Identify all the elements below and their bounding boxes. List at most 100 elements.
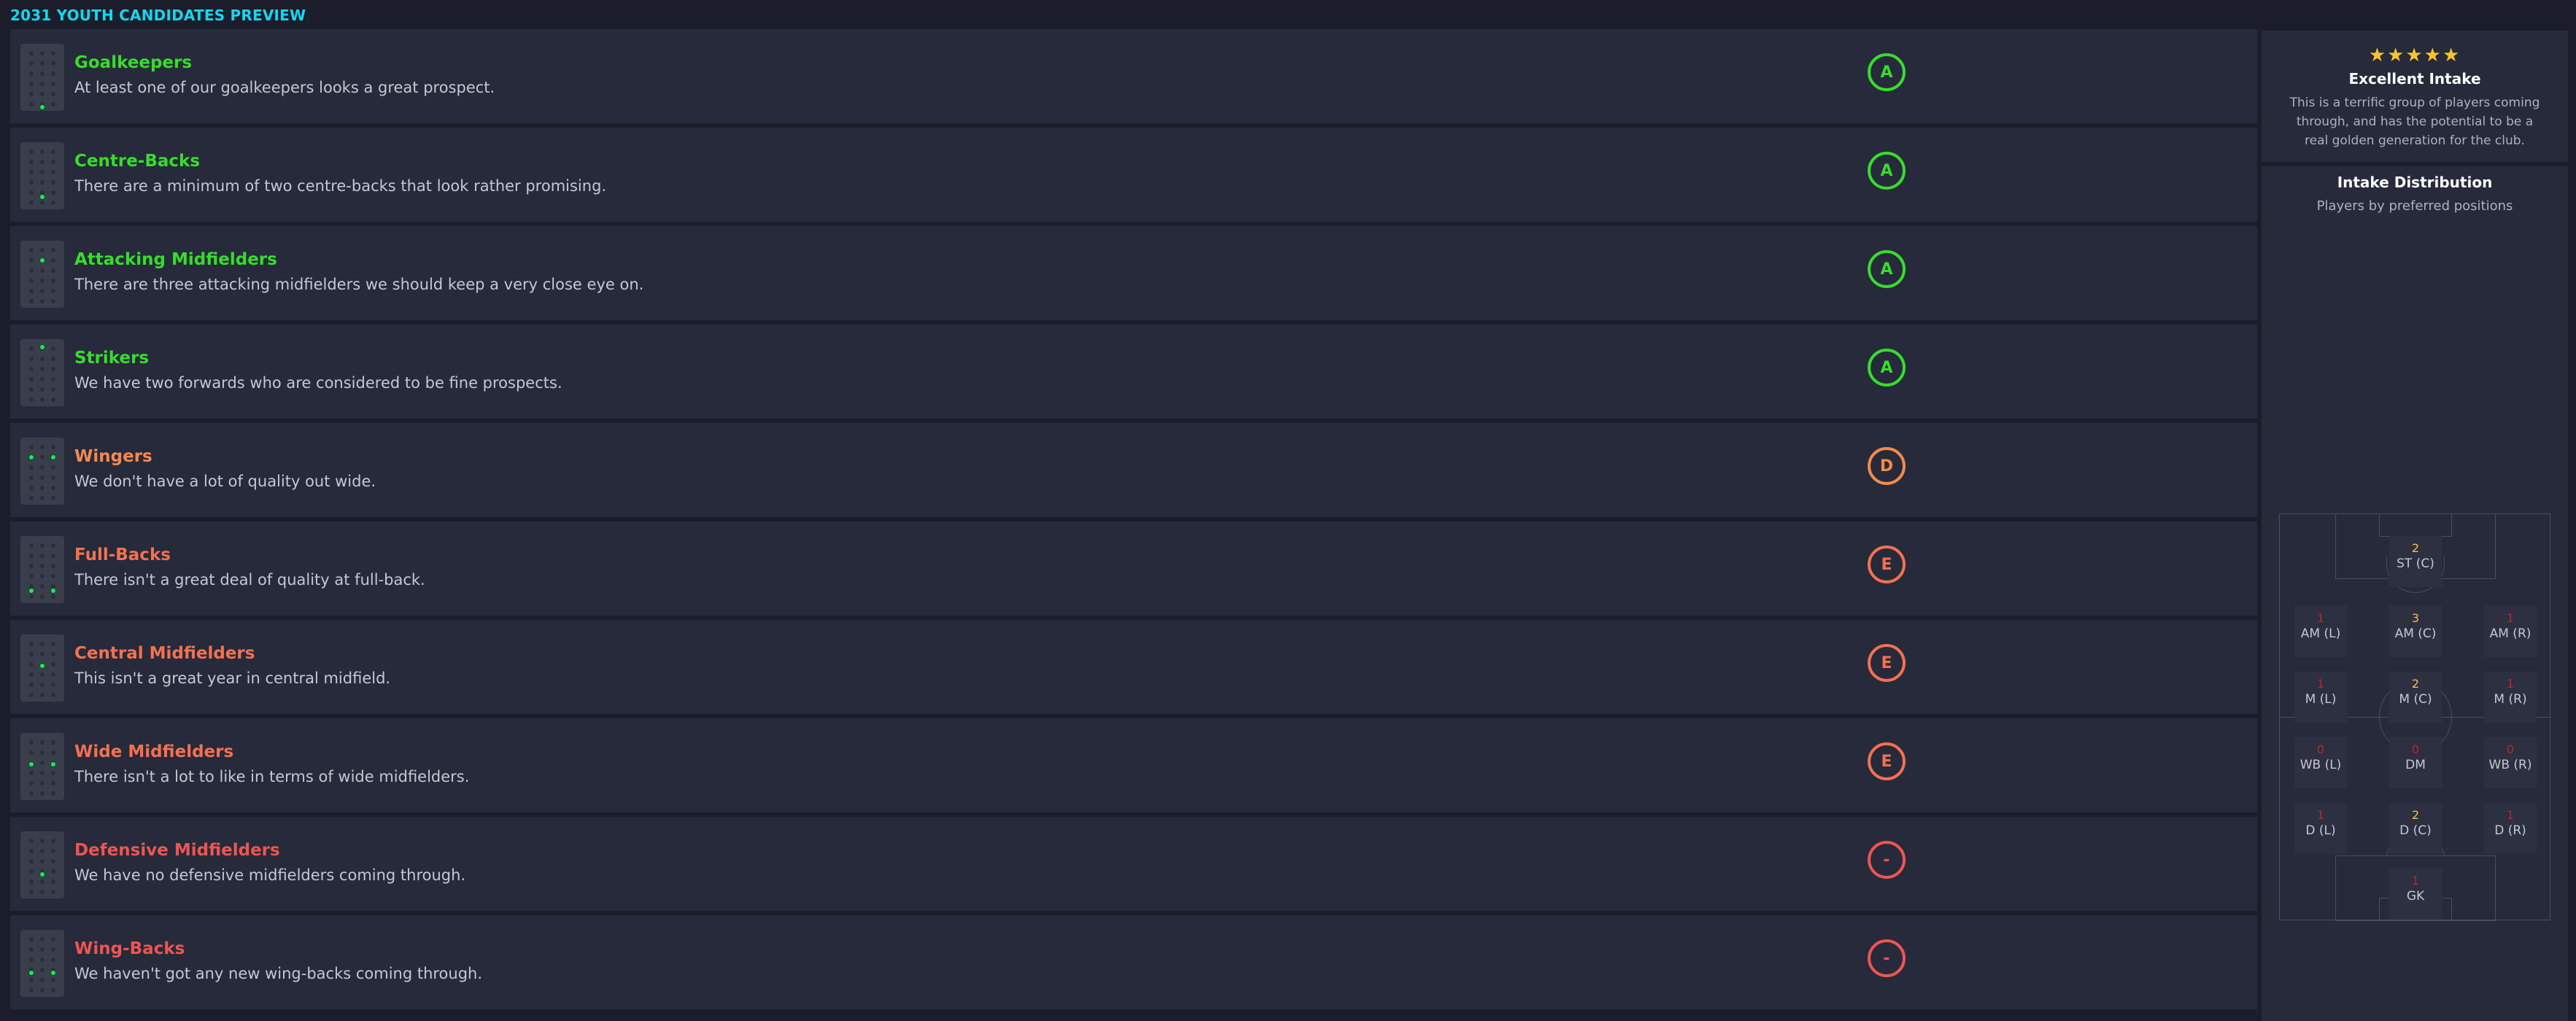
position-slot-amr[interactable]: 1 AM (R) xyxy=(2484,606,2537,657)
position-slot-mc[interactable]: 2M (C) xyxy=(2389,672,2442,723)
position-slot-dm[interactable]: 0 DM xyxy=(2389,737,2442,788)
position-report-row[interactable]: Full-Backs There isn't a great deal of qu… xyxy=(10,521,2257,617)
pitch-dot xyxy=(40,771,45,775)
pitch-dot xyxy=(51,564,55,568)
pitch-dot xyxy=(51,102,55,106)
pitch-dot xyxy=(29,465,34,470)
row-description: We have no defensive midfielders coming … xyxy=(74,866,466,884)
highlighted-position-dot xyxy=(29,762,34,766)
position-slot-wbl[interactable]: 0 WB (L) xyxy=(2294,737,2347,788)
pitch-dot xyxy=(51,486,55,490)
position-count: 2 xyxy=(2411,677,2420,691)
grade-badge: D xyxy=(1868,447,1906,485)
pitch-dot xyxy=(40,683,45,687)
position-report-row[interactable]: Central Midfielders This isn't a great ye… xyxy=(10,620,2257,715)
position-report-row[interactable]: Defensive Midfielders We have no defensiv… xyxy=(10,817,2257,912)
pitch-dot xyxy=(51,988,55,993)
position-report-row[interactable]: Attacking Midfielders There are three att… xyxy=(10,226,2257,322)
position-slot-amc[interactable]: 3 AM (C) xyxy=(2389,606,2442,657)
pitch-dot xyxy=(51,543,55,548)
position-report-row[interactable]: Wing-Backs We haven't got any new wing-ba… xyxy=(10,915,2257,1011)
row-title: Centre-Backs xyxy=(74,152,201,171)
position-label: D (R) xyxy=(2494,823,2526,838)
position-label: WB (R) xyxy=(2488,758,2532,772)
pitch-dot xyxy=(40,268,45,273)
pitch-dot xyxy=(51,947,55,952)
grade-badge: A xyxy=(1868,349,1906,387)
position-slot-dr[interactable]: 1D (R) xyxy=(2484,803,2537,854)
position-report-row[interactable]: Strikers We have two forwards who are con… xyxy=(10,325,2257,420)
position-slot-ml[interactable]: 1M (L) xyxy=(2294,672,2347,723)
pitch-dot xyxy=(40,859,45,863)
position-slot-gk[interactable]: 1 GK xyxy=(2389,869,2442,920)
highlighted-position-dot xyxy=(29,589,34,593)
position-slot-wbr[interactable]: 0 WB (R) xyxy=(2484,737,2537,788)
row-description: We have two forwards who are considered … xyxy=(74,374,562,392)
pitch-dot xyxy=(29,839,34,843)
position-count: 3 xyxy=(2411,611,2420,625)
pitch-dot xyxy=(51,61,55,66)
pitch-dot xyxy=(29,367,34,371)
pitch-dot xyxy=(29,564,34,568)
pitch-dot xyxy=(40,594,45,599)
position-slot-aml[interactable]: 1 AM (L) xyxy=(2294,606,2347,657)
position-report-row[interactable]: Centre-Backs There are a minimum of two c… xyxy=(10,128,2257,223)
position-label: DM xyxy=(2405,758,2426,772)
pitch-dot xyxy=(29,248,34,252)
pitch-dot xyxy=(29,849,34,853)
pitch-dot xyxy=(51,849,55,853)
pitch-dot xyxy=(29,387,34,392)
row-title: Wingers xyxy=(74,447,152,466)
pitch-dot xyxy=(29,771,34,775)
pitch-dot xyxy=(40,890,45,894)
row-description: There are a minimum of two centre-backs … xyxy=(74,177,607,195)
pitch-dot xyxy=(51,554,55,558)
pitch-dot xyxy=(51,357,55,361)
pitch-dot xyxy=(29,662,34,667)
position-report-row[interactable]: Goalkeepers At least one of our goalkeepe… xyxy=(10,29,2257,125)
position-label: M (R) xyxy=(2494,692,2527,707)
position-slot-mr[interactable]: 1M (R) xyxy=(2484,672,2537,723)
highlighted-position-dot xyxy=(51,762,55,766)
pitch-dot xyxy=(29,279,34,283)
pitch-dot xyxy=(40,486,45,490)
pitch-dot xyxy=(40,849,45,853)
pitch-dot xyxy=(29,693,34,697)
pitch-dot xyxy=(29,397,34,402)
mini-pitch-icon xyxy=(20,438,64,505)
position-count: 2 xyxy=(2411,541,2420,555)
highlighted-position-dot xyxy=(29,455,34,459)
page-title: 2031 YOUTH CANDIDATES PREVIEW xyxy=(10,7,306,24)
pitch-dot xyxy=(40,839,45,843)
position-slot-dl[interactable]: 1D (L) xyxy=(2294,803,2347,854)
pitch-dot xyxy=(51,652,55,656)
row-title: Strikers xyxy=(74,349,150,368)
pitch-dot xyxy=(51,82,55,86)
grade-badge: E xyxy=(1868,546,1906,583)
pitch-dot xyxy=(29,102,34,106)
pitch-dot xyxy=(40,289,45,293)
pitch-dot xyxy=(51,367,55,371)
position-report-row[interactable]: Wide Midfielders There isn't a lot to lik… xyxy=(10,718,2257,814)
pitch-dot xyxy=(51,201,55,205)
row-title: Attacking Midfielders xyxy=(74,250,277,269)
pitch-dot xyxy=(51,740,55,745)
row-title: Central Midfielders xyxy=(74,644,255,663)
position-slot-dc[interactable]: 2D (C) xyxy=(2389,803,2442,854)
pitch-dot xyxy=(40,475,45,480)
pitch-dot xyxy=(40,968,45,972)
position-report-row[interactable]: Wingers We don't have a lot of quality ou… xyxy=(10,423,2257,519)
pitch-dot xyxy=(40,947,45,952)
position-count: 1 xyxy=(2316,677,2325,691)
position-slot-st[interactable]: 2 ST (C) xyxy=(2389,536,2442,587)
pitch-dot xyxy=(29,740,34,745)
pitch-dot xyxy=(40,791,45,796)
pitch-dot xyxy=(40,160,45,164)
pitch-dot xyxy=(29,92,34,96)
position-label: D (C) xyxy=(2399,823,2432,838)
row-description: We haven't got any new wing-backs coming… xyxy=(74,965,483,982)
pitch-dot xyxy=(51,346,55,351)
pitch-dot xyxy=(29,61,34,66)
pitch-dot xyxy=(51,978,55,982)
pitch-dot xyxy=(29,672,34,677)
